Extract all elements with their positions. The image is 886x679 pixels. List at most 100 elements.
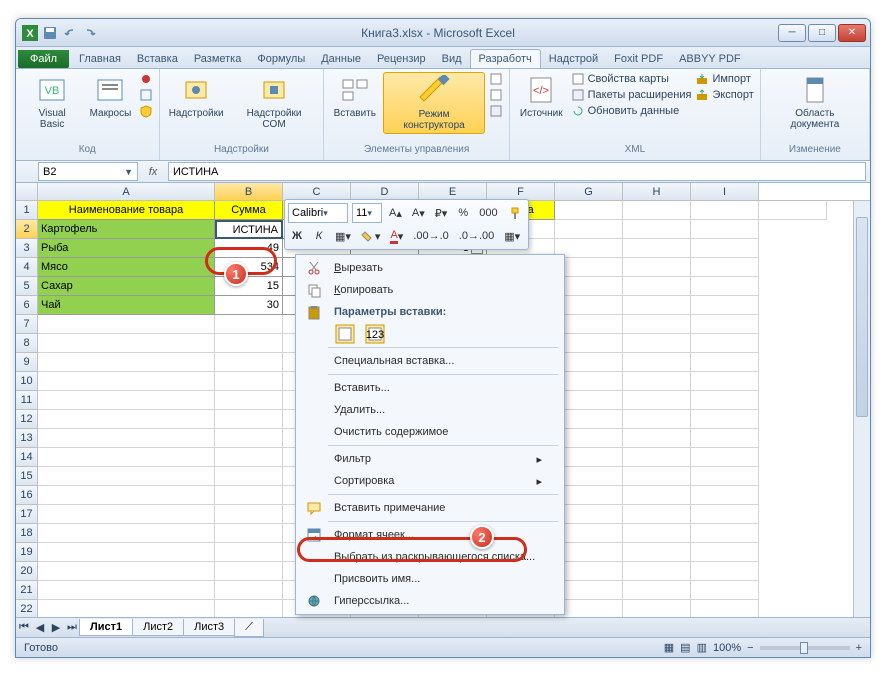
col-header-g[interactable]: G: [555, 183, 623, 200]
view-pagebreak-icon[interactable]: ▥: [697, 641, 707, 654]
cell[interactable]: [691, 315, 759, 334]
cell[interactable]: [691, 581, 759, 600]
cell[interactable]: [38, 467, 215, 486]
tab-addins[interactable]: Надстрой: [541, 50, 606, 68]
cell[interactable]: [555, 296, 623, 315]
cell[interactable]: [691, 543, 759, 562]
cell[interactable]: [215, 543, 283, 562]
cell[interactable]: [555, 220, 623, 239]
export-button[interactable]: Экспорт: [695, 88, 753, 102]
tab-formulas[interactable]: Формулы: [249, 50, 313, 68]
cell[interactable]: [623, 391, 691, 410]
font-color-icon[interactable]: A▾: [387, 226, 406, 246]
ctx-hyperlink[interactable]: Гиперссылка...: [298, 590, 562, 612]
cell[interactable]: [555, 581, 623, 600]
view-normal-icon[interactable]: ▦: [664, 641, 674, 654]
run-dialog-button[interactable]: [489, 104, 503, 118]
row-header-9[interactable]: 9: [16, 353, 38, 372]
row-header-16[interactable]: 16: [16, 486, 38, 505]
close-button[interactable]: ✕: [838, 24, 866, 42]
cell[interactable]: [691, 448, 759, 467]
cell[interactable]: [215, 429, 283, 448]
cell[interactable]: [691, 486, 759, 505]
cell[interactable]: [38, 429, 215, 448]
cell[interactable]: [623, 296, 691, 315]
row-header-15[interactable]: 15: [16, 467, 38, 486]
cell[interactable]: [38, 410, 215, 429]
row-header-19[interactable]: 19: [16, 543, 38, 562]
cell[interactable]: [691, 410, 759, 429]
cell[interactable]: [623, 220, 691, 239]
cell[interactable]: 49: [215, 239, 283, 258]
com-addins-button[interactable]: Надстройки COM: [231, 72, 318, 132]
row-header-13[interactable]: 13: [16, 429, 38, 448]
tab-insert[interactable]: Вставка: [129, 50, 186, 68]
col-header-b[interactable]: B: [215, 183, 283, 200]
sheet-tab-2[interactable]: Лист2: [132, 619, 184, 636]
minimize-button[interactable]: ─: [778, 24, 806, 42]
source-button[interactable]: </>Источник: [516, 72, 567, 121]
macro-security-button[interactable]: [139, 104, 153, 118]
cell[interactable]: ИСТИНА: [215, 220, 283, 239]
cell[interactable]: [691, 562, 759, 581]
grow-font-icon[interactable]: A▴: [386, 203, 405, 223]
insert-control-button[interactable]: Вставить: [330, 72, 379, 121]
cell[interactable]: Сумма: [215, 201, 283, 220]
row-header-4[interactable]: 4: [16, 258, 38, 277]
sheet-tab-1[interactable]: Лист1: [79, 619, 133, 636]
ctx-cut[interactable]: Вырезать: [298, 257, 562, 279]
cell[interactable]: Наименование товара: [38, 201, 215, 220]
format-painter-icon[interactable]: [505, 203, 525, 223]
addins-button[interactable]: Надстройки: [166, 72, 227, 121]
cell[interactable]: [623, 334, 691, 353]
cell[interactable]: [215, 315, 283, 334]
cell[interactable]: Рыба: [38, 239, 215, 258]
cell[interactable]: [691, 353, 759, 372]
cell[interactable]: [38, 372, 215, 391]
fill-color-icon[interactable]: ▾: [358, 226, 384, 246]
col-header-f[interactable]: F: [487, 183, 555, 200]
cell[interactable]: [555, 429, 623, 448]
col-header-a[interactable]: A: [38, 183, 215, 200]
cell[interactable]: [623, 239, 691, 258]
cell[interactable]: [38, 315, 215, 334]
cell[interactable]: [691, 220, 759, 239]
ctx-delete[interactable]: Удалить...: [298, 399, 562, 421]
row-header-11[interactable]: 11: [16, 391, 38, 410]
col-header-i[interactable]: I: [691, 183, 759, 200]
cell[interactable]: [691, 467, 759, 486]
cell[interactable]: [555, 277, 623, 296]
cell[interactable]: [555, 239, 623, 258]
sheet-nav-prev[interactable]: ◀: [32, 621, 48, 634]
sheet-nav-first[interactable]: ⏮: [16, 621, 32, 634]
cell[interactable]: [691, 277, 759, 296]
cell[interactable]: 30: [215, 296, 283, 315]
row-header-7[interactable]: 7: [16, 315, 38, 334]
visual-basic-button[interactable]: VBVisual Basic: [22, 72, 82, 132]
col-header-c[interactable]: C: [283, 183, 351, 200]
cell[interactable]: [38, 543, 215, 562]
cell[interactable]: [691, 524, 759, 543]
cell[interactable]: [691, 258, 759, 277]
cell[interactable]: [623, 410, 691, 429]
cell[interactable]: [623, 353, 691, 372]
zoom-level[interactable]: 100%: [713, 642, 741, 654]
row-header-17[interactable]: 17: [16, 505, 38, 524]
row-header-5[interactable]: 5: [16, 277, 38, 296]
cell[interactable]: [38, 505, 215, 524]
cell[interactable]: [623, 562, 691, 581]
ctx-insert-comment[interactable]: Вставить примечание: [298, 497, 562, 519]
tab-foxit[interactable]: Foxit PDF: [606, 50, 671, 68]
cell[interactable]: [623, 429, 691, 448]
row-header-10[interactable]: 10: [16, 372, 38, 391]
cell[interactable]: [691, 201, 759, 220]
tab-review[interactable]: Рецензир: [369, 50, 434, 68]
map-props-button[interactable]: Свойства карты: [571, 72, 692, 86]
cell[interactable]: [215, 505, 283, 524]
cell[interactable]: [623, 524, 691, 543]
cell[interactable]: [623, 448, 691, 467]
cell[interactable]: [38, 562, 215, 581]
select-all-corner[interactable]: [16, 183, 38, 200]
accounting-format-icon[interactable]: ₽▾: [432, 203, 451, 223]
row-header-18[interactable]: 18: [16, 524, 38, 543]
